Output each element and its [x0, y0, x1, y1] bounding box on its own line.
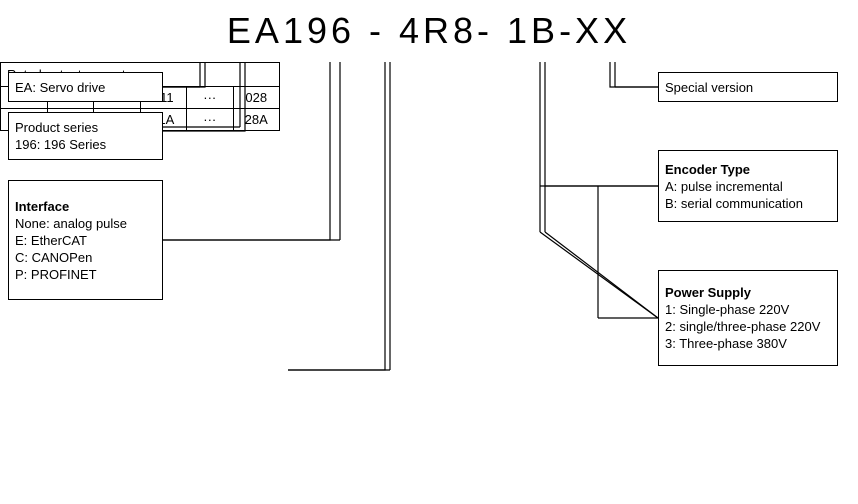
title: EA196 - 4R8- 1B-XX — [0, 0, 858, 62]
interface-header: Interface — [15, 199, 162, 214]
ea-box: EA: Servo drive — [8, 72, 163, 102]
col-header-dots: ··· — [187, 87, 233, 109]
interface-item-2: E: EtherCAT — [15, 233, 162, 248]
ea-text: EA: Servo drive — [15, 80, 105, 95]
special-text: Special version — [665, 80, 753, 95]
interface-box: Interface None: analog pulse E: EtherCAT… — [8, 180, 163, 300]
power-header: Power Supply — [665, 285, 837, 300]
product-series-box: Product series 196: 196 Series — [8, 112, 163, 160]
power-item-3: 3: Three-phase 380V — [665, 336, 837, 351]
encoder-type-box: Encoder Type A: pulse incremental B: ser… — [658, 150, 838, 222]
col-val-028: 28A — [234, 109, 280, 130]
col-val-dots: ··· — [187, 109, 233, 130]
encoder-item-1: A: pulse incremental — [665, 179, 837, 194]
interface-item-4: P: PROFINET — [15, 267, 162, 282]
interface-item-1: None: analog pulse — [15, 216, 162, 231]
interface-item-3: C: CANOPen — [15, 250, 162, 265]
col-028: 028 28A — [234, 87, 280, 130]
power-item-2: 2: single/three-phase 220V — [665, 319, 837, 334]
power-item-1: 1: Single-phase 220V — [665, 302, 837, 317]
product-series-line2: 196: 196 Series — [15, 137, 162, 152]
power-supply-box: Power Supply 1: Single-phase 220V 2: sin… — [658, 270, 838, 366]
encoder-item-2: B: serial communication — [665, 196, 837, 211]
special-version-box: Special version — [658, 72, 838, 102]
encoder-header: Encoder Type — [665, 162, 837, 177]
col-header-028: 028 — [234, 87, 280, 109]
col-dots: ··· ··· — [187, 87, 234, 130]
product-series-line1: Product series — [15, 120, 162, 135]
